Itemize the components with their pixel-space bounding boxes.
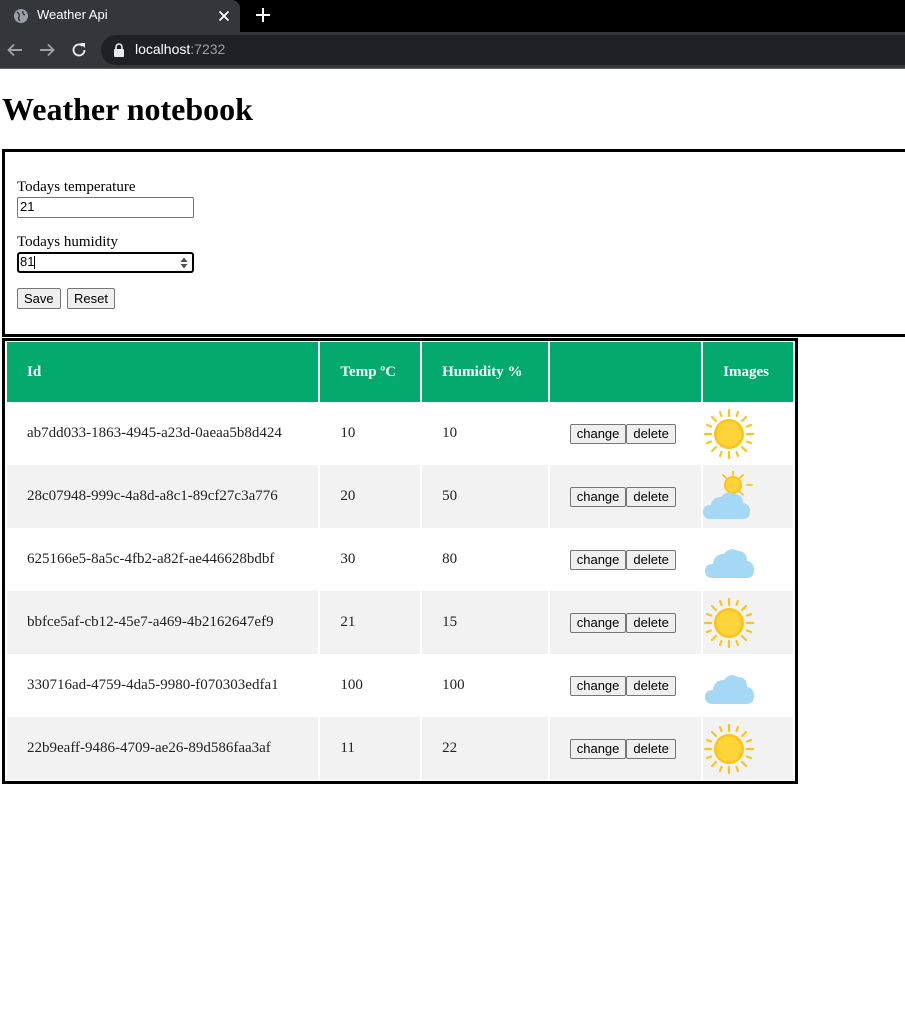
column-header-actions <box>549 342 702 402</box>
change-button[interactable]: change <box>569 549 627 570</box>
cell-image <box>703 717 793 780</box>
browser-tabstrip: Weather Api <box>0 0 905 32</box>
cell-temp: 100 <box>340 677 363 693</box>
cell-actions: change delete <box>549 591 702 654</box>
weather-table-container: Id Temp ºC Humidity % Images ab7dd033-18… <box>2 338 798 784</box>
cell-image <box>703 402 793 465</box>
cell-image <box>703 528 793 591</box>
weather-table: Id Temp ºC Humidity % Images ab7dd033-18… <box>5 342 795 780</box>
cell-humidity: 100 <box>442 677 465 693</box>
save-button[interactable]: Save <box>17 288 61 309</box>
cloud-icon <box>703 534 755 586</box>
cell-temp: 11 <box>320 717 421 780</box>
globe-icon <box>14 9 28 23</box>
change-button[interactable]: change <box>569 675 627 696</box>
partly-cloudy-icon <box>703 471 755 523</box>
delete-button[interactable]: delete <box>626 675 676 696</box>
cell-actions: change delete <box>549 717 702 780</box>
sun-icon <box>703 597 755 649</box>
cell-id: 330716ad-4759-4da5-9980-f070303edfa1 <box>27 677 279 693</box>
url-text: localhost:7232 <box>135 41 225 57</box>
temperature-value: 21 <box>20 199 35 214</box>
tab-title: Weather Api <box>37 7 108 22</box>
cell-actions: change delete <box>549 465 702 528</box>
table-row: bbfce5af-cb12-45e7-a469-4b2162647ef9 21 15… <box>7 591 793 654</box>
humidity-input[interactable]: 81 <box>17 252 194 273</box>
lock-icon <box>114 43 124 57</box>
cell-temp: 10 <box>340 425 356 441</box>
sun-icon <box>703 723 755 775</box>
temperature-input[interactable]: 21 <box>17 197 194 218</box>
change-button[interactable]: change <box>569 612 627 633</box>
cell-image <box>703 654 793 717</box>
cell-id: bbfce5af-cb12-45e7-a469-4b2162647ef9 <box>7 591 319 654</box>
delete-button[interactable]: delete <box>626 549 676 570</box>
cell-temp: 20 <box>320 465 421 528</box>
back-arrow-icon[interactable] <box>6 41 24 59</box>
delete-button[interactable]: delete <box>626 612 676 633</box>
table-row: 625166e5-8a5c-4fb2-a82f-ae446628bdbf 30 80… <box>7 528 793 591</box>
change-button[interactable]: change <box>569 738 627 759</box>
cell-id: ab7dd033-1863-4945-a23d-0aeaa5b8d424 <box>27 425 282 441</box>
sun-icon <box>703 408 755 460</box>
cell-humidity: 50 <box>422 465 548 528</box>
cell-image <box>703 465 793 528</box>
column-header-images: Images <box>703 342 793 402</box>
reset-button[interactable]: Reset <box>67 288 115 309</box>
delete-button[interactable]: delete <box>626 738 676 759</box>
temperature-label: Todays temperature <box>17 179 136 195</box>
cell-id: 22b9eaff-9486-4709-ae26-89d586faa3af <box>7 717 319 780</box>
humidity-label: Todays humidity <box>17 234 119 250</box>
cell-image <box>703 591 793 654</box>
cell-humidity: 80 <box>442 551 458 567</box>
cell-actions: change delete <box>550 654 701 717</box>
toolbar-divider <box>0 68 905 69</box>
cell-actions: change delete <box>550 528 701 591</box>
cell-temp: 21 <box>320 591 421 654</box>
delete-button[interactable]: delete <box>626 486 676 507</box>
cell-temp: 30 <box>340 551 356 567</box>
url-host: localhost <box>135 41 191 57</box>
new-tab-icon[interactable] <box>254 6 272 24</box>
page-title: Weather notebook <box>2 91 253 127</box>
table-header-row: Id Temp ºC Humidity % Images <box>7 342 793 402</box>
close-tab-icon[interactable] <box>216 8 232 24</box>
cell-id: 28c07948-999c-4a8d-a8c1-89cf27c3a776 <box>7 465 319 528</box>
cell-id: 625166e5-8a5c-4fb2-a82f-ae446628bdbf <box>27 551 275 567</box>
table-row: 22b9eaff-9486-4709-ae26-89d586faa3af 11 22… <box>7 717 793 780</box>
weather-form: Todays temperature 21 Todays humidity 81… <box>2 149 905 337</box>
cell-humidity: 10 <box>442 425 458 441</box>
column-header-temp: Temp ºC <box>320 342 421 402</box>
table-row: ab7dd033-1863-4945-a23d-0aeaa5b8d424 10 10… <box>7 402 793 465</box>
browser-toolbar: localhost:7232 <box>0 32 905 68</box>
forward-arrow-icon[interactable] <box>38 41 56 59</box>
change-button[interactable]: change <box>569 486 627 507</box>
cloud-icon <box>703 660 755 712</box>
address-bar[interactable]: localhost:7232 <box>101 35 905 65</box>
humidity-value: 81 <box>20 254 35 269</box>
column-header-id: Id <box>7 342 319 402</box>
table-row: 28c07948-999c-4a8d-a8c1-89cf27c3a776 20 50… <box>7 465 793 528</box>
table-row: 330716ad-4759-4da5-9980-f070303edfa1 100 1… <box>7 654 793 717</box>
column-header-humidity: Humidity % <box>422 342 548 402</box>
cell-humidity: 15 <box>422 591 548 654</box>
reload-icon[interactable] <box>70 41 88 59</box>
delete-button[interactable]: delete <box>626 423 676 444</box>
cell-humidity: 22 <box>422 717 548 780</box>
url-port: :7232 <box>190 41 226 57</box>
spinner-icon[interactable] <box>180 257 188 269</box>
change-button[interactable]: change <box>569 423 627 444</box>
cell-actions: change delete <box>550 402 701 465</box>
browser-tab[interactable]: Weather Api <box>0 0 240 32</box>
